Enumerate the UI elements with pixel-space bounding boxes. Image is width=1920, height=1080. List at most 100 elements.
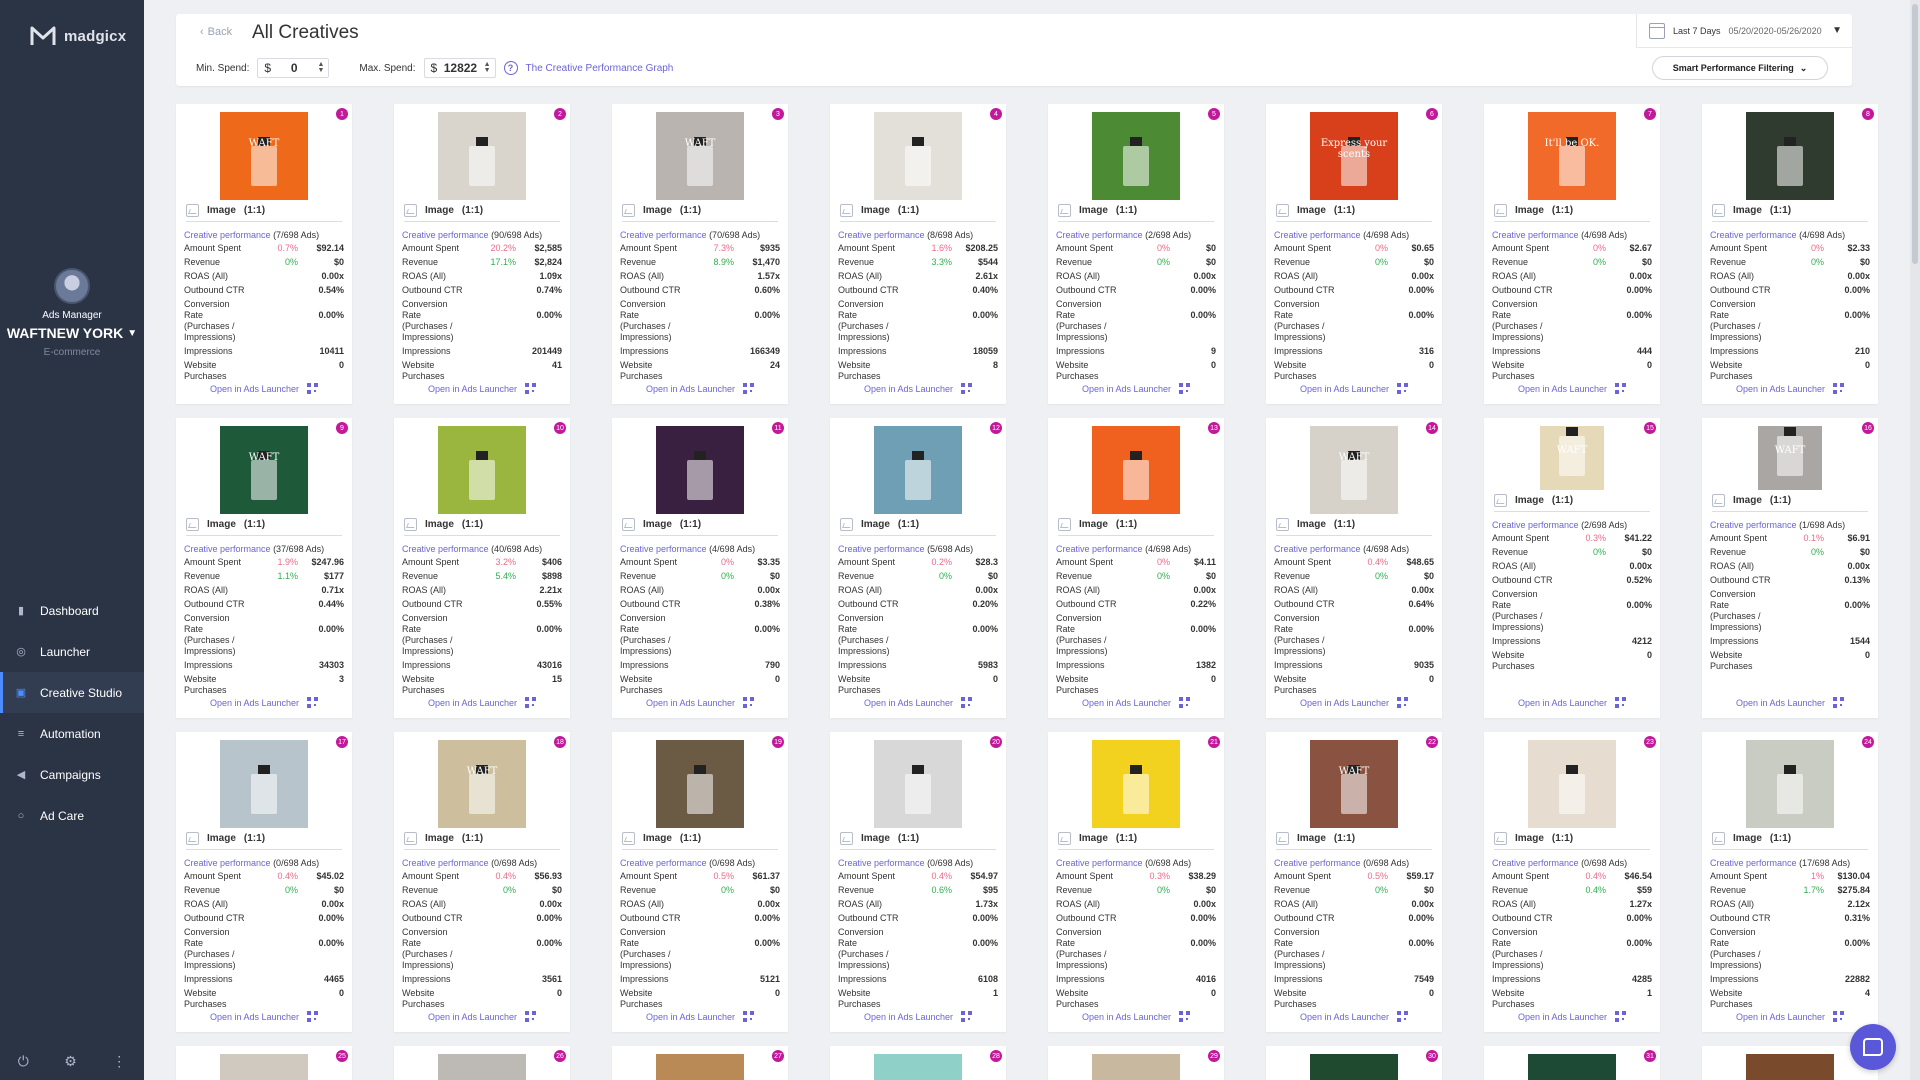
creative-card[interactable]: 19 Image (1:1) Creative performance (0/6… (612, 732, 788, 1032)
creative-card[interactable]: 5 Image (1:1) Creative performance (2/69… (1048, 104, 1224, 404)
creative-card[interactable]: 30 (1266, 1046, 1442, 1080)
creative-thumbnail[interactable] (656, 1054, 744, 1080)
smart-performance-filter-dropdown[interactable]: Smart Performance Filtering ⌄ (1652, 56, 1828, 80)
more-vertical-icon[interactable]: ⋮ (112, 1053, 126, 1070)
creative-thumbnail[interactable] (1092, 426, 1180, 514)
creative-card[interactable]: 15 WAFT Image (1:1) Creative performance… (1484, 418, 1660, 718)
open-in-ads-launcher-link[interactable]: Open in Ads Launcher (1048, 383, 1224, 394)
creative-thumbnail[interactable] (1092, 112, 1180, 200)
back-button[interactable]: ‹ Back (200, 26, 232, 38)
creative-thumbnail[interactable] (438, 1054, 526, 1080)
creative-thumbnail[interactable] (656, 426, 744, 514)
creative-card[interactable]: 25 (176, 1046, 352, 1080)
creative-performance-graph-link[interactable]: The Creative Performance Graph (526, 63, 674, 74)
scrollbar-thumb[interactable] (1912, 4, 1918, 264)
creative-thumbnail[interactable] (1092, 740, 1180, 828)
creative-card[interactable]: 6 Express your scents Image (1:1) Creati… (1266, 104, 1442, 404)
open-in-ads-launcher-link[interactable]: Open in Ads Launcher (1484, 1011, 1660, 1022)
creative-thumbnail[interactable] (1310, 1054, 1398, 1080)
creative-card[interactable]: 27 (612, 1046, 788, 1080)
creative-thumbnail[interactable] (656, 740, 744, 828)
creative-card[interactable]: 9 WAFT Image (1:1) Creative performance … (176, 418, 352, 718)
creative-card[interactable]: 23 Image (1:1) Creative performance (0/6… (1484, 732, 1660, 1032)
creative-thumbnail[interactable]: WAFT (438, 740, 526, 828)
creative-thumbnail[interactable] (1092, 1054, 1180, 1080)
open-in-ads-launcher-link[interactable]: Open in Ads Launcher (1702, 383, 1878, 394)
nav-item-automation[interactable]: ≡ Automation (0, 713, 144, 754)
creative-card[interactable]: 11 Image (1:1) Creative performance (4/6… (612, 418, 788, 718)
open-in-ads-launcher-link[interactable]: Open in Ads Launcher (612, 697, 788, 708)
creative-thumbnail[interactable] (1746, 112, 1834, 200)
creative-thumbnail[interactable]: WAFT (1310, 426, 1398, 514)
nav-item-launcher[interactable]: ◎ Launcher (0, 631, 144, 672)
logo[interactable]: madgicx (0, 0, 144, 56)
creative-thumbnail[interactable]: It'll be OK. (1528, 112, 1616, 200)
creative-thumbnail[interactable] (874, 1054, 962, 1080)
creative-card[interactable]: 16 WAFT Image (1:1) Creative performance… (1702, 418, 1878, 718)
creative-thumbnail[interactable] (1746, 740, 1834, 828)
help-icon[interactable]: ? (503, 61, 518, 75)
creative-card[interactable]: 1 WAFT Image (1:1) Creative performance … (176, 104, 352, 404)
creative-card[interactable]: 21 Image (1:1) Creative performance (0/6… (1048, 732, 1224, 1032)
open-in-ads-launcher-link[interactable]: Open in Ads Launcher (394, 697, 570, 708)
creative-thumbnail[interactable]: WAFT (656, 112, 744, 200)
open-in-ads-launcher-link[interactable]: Open in Ads Launcher (1484, 697, 1660, 708)
open-in-ads-launcher-link[interactable]: Open in Ads Launcher (394, 1011, 570, 1022)
open-in-ads-launcher-link[interactable]: Open in Ads Launcher (176, 383, 352, 394)
max-spend-input[interactable]: $12822 ▲ ▼ (423, 58, 496, 78)
creative-card[interactable]: 3 WAFT Image (1:1) Creative performance … (612, 104, 788, 404)
creative-card[interactable]: 12 Image (1:1) Creative performance (5/6… (830, 418, 1006, 718)
scrollbar[interactable] (1910, 0, 1920, 1080)
creative-thumbnail[interactable] (220, 740, 308, 828)
creative-card[interactable]: 10 Image (1:1) Creative performance (40/… (394, 418, 570, 718)
creative-thumbnail[interactable]: Express your scents (1310, 112, 1398, 200)
open-in-ads-launcher-link[interactable]: Open in Ads Launcher (1266, 1011, 1442, 1022)
creative-thumbnail[interactable] (874, 112, 962, 200)
gear-icon[interactable]: ⚙ (64, 1053, 77, 1070)
open-in-ads-launcher-link[interactable]: Open in Ads Launcher (176, 697, 352, 708)
creative-card[interactable]: 31 (1484, 1046, 1660, 1080)
open-in-ads-launcher-link[interactable]: Open in Ads Launcher (830, 383, 1006, 394)
open-in-ads-launcher-link[interactable]: Open in Ads Launcher (1702, 697, 1878, 708)
account-switcher[interactable]: WAFTNEW YORK ▼ (0, 325, 144, 341)
open-in-ads-launcher-link[interactable]: Open in Ads Launcher (394, 383, 570, 394)
creative-thumbnail[interactable]: WAFT (220, 426, 308, 514)
creative-card[interactable]: 4 Image (1:1) Creative performance (8/69… (830, 104, 1006, 404)
open-in-ads-launcher-link[interactable]: Open in Ads Launcher (830, 1011, 1006, 1022)
creative-thumbnail[interactable] (1746, 1054, 1834, 1080)
open-in-ads-launcher-link[interactable]: Open in Ads Launcher (1048, 697, 1224, 708)
creative-card[interactable]: 29 (1048, 1046, 1224, 1080)
creative-thumbnail[interactable]: WAFT (1310, 740, 1398, 828)
nav-item-ad-care[interactable]: ○ Ad Care (0, 795, 144, 836)
creative-card[interactable]: 17 Image (1:1) Creative performance (0/6… (176, 732, 352, 1032)
creative-card[interactable]: 24 Image (1:1) Creative performance (17/… (1702, 732, 1878, 1032)
avatar[interactable] (54, 268, 90, 304)
creative-thumbnail[interactable] (874, 740, 962, 828)
creative-thumbnail[interactable] (220, 1054, 308, 1080)
open-in-ads-launcher-link[interactable]: Open in Ads Launcher (1484, 383, 1660, 394)
creative-thumbnail[interactable]: WAFT (1758, 426, 1822, 490)
creative-card[interactable]: 18 WAFT Image (1:1) Creative performance… (394, 732, 570, 1032)
creative-card[interactable]: 13 Image (1:1) Creative performance (4/6… (1048, 418, 1224, 718)
creative-card[interactable]: 14 WAFT Image (1:1) Creative performance… (1266, 418, 1442, 718)
creative-card[interactable]: 7 It'll be OK. Image (1:1) Creative perf… (1484, 104, 1660, 404)
stepper-icon[interactable]: ▲ ▼ (317, 61, 324, 74)
open-in-ads-launcher-link[interactable]: Open in Ads Launcher (1266, 697, 1442, 708)
creative-thumbnail[interactable] (438, 112, 526, 200)
creative-card[interactable]: 20 Image (1:1) Creative performance (0/6… (830, 732, 1006, 1032)
open-in-ads-launcher-link[interactable]: Open in Ads Launcher (1266, 383, 1442, 394)
creative-card[interactable]: 22 WAFT Image (1:1) Creative performance… (1266, 732, 1442, 1032)
chat-launcher[interactable] (1850, 1024, 1896, 1070)
open-in-ads-launcher-link[interactable]: Open in Ads Launcher (176, 1011, 352, 1022)
nav-item-campaigns[interactable]: ◀ Campaigns (0, 754, 144, 795)
creative-thumbnail[interactable] (438, 426, 526, 514)
open-in-ads-launcher-link[interactable]: Open in Ads Launcher (612, 383, 788, 394)
creative-card[interactable]: 28 (830, 1046, 1006, 1080)
creative-card[interactable]: 8 Image (1:1) Creative performance (4/69… (1702, 104, 1878, 404)
stepper-icon[interactable]: ▲ ▼ (484, 61, 491, 74)
open-in-ads-launcher-link[interactable]: Open in Ads Launcher (612, 1011, 788, 1022)
creative-thumbnail[interactable] (1528, 740, 1616, 828)
open-in-ads-launcher-link[interactable]: Open in Ads Launcher (1048, 1011, 1224, 1022)
creative-thumbnail[interactable] (1528, 1054, 1616, 1080)
open-in-ads-launcher-link[interactable]: Open in Ads Launcher (1702, 1011, 1878, 1022)
